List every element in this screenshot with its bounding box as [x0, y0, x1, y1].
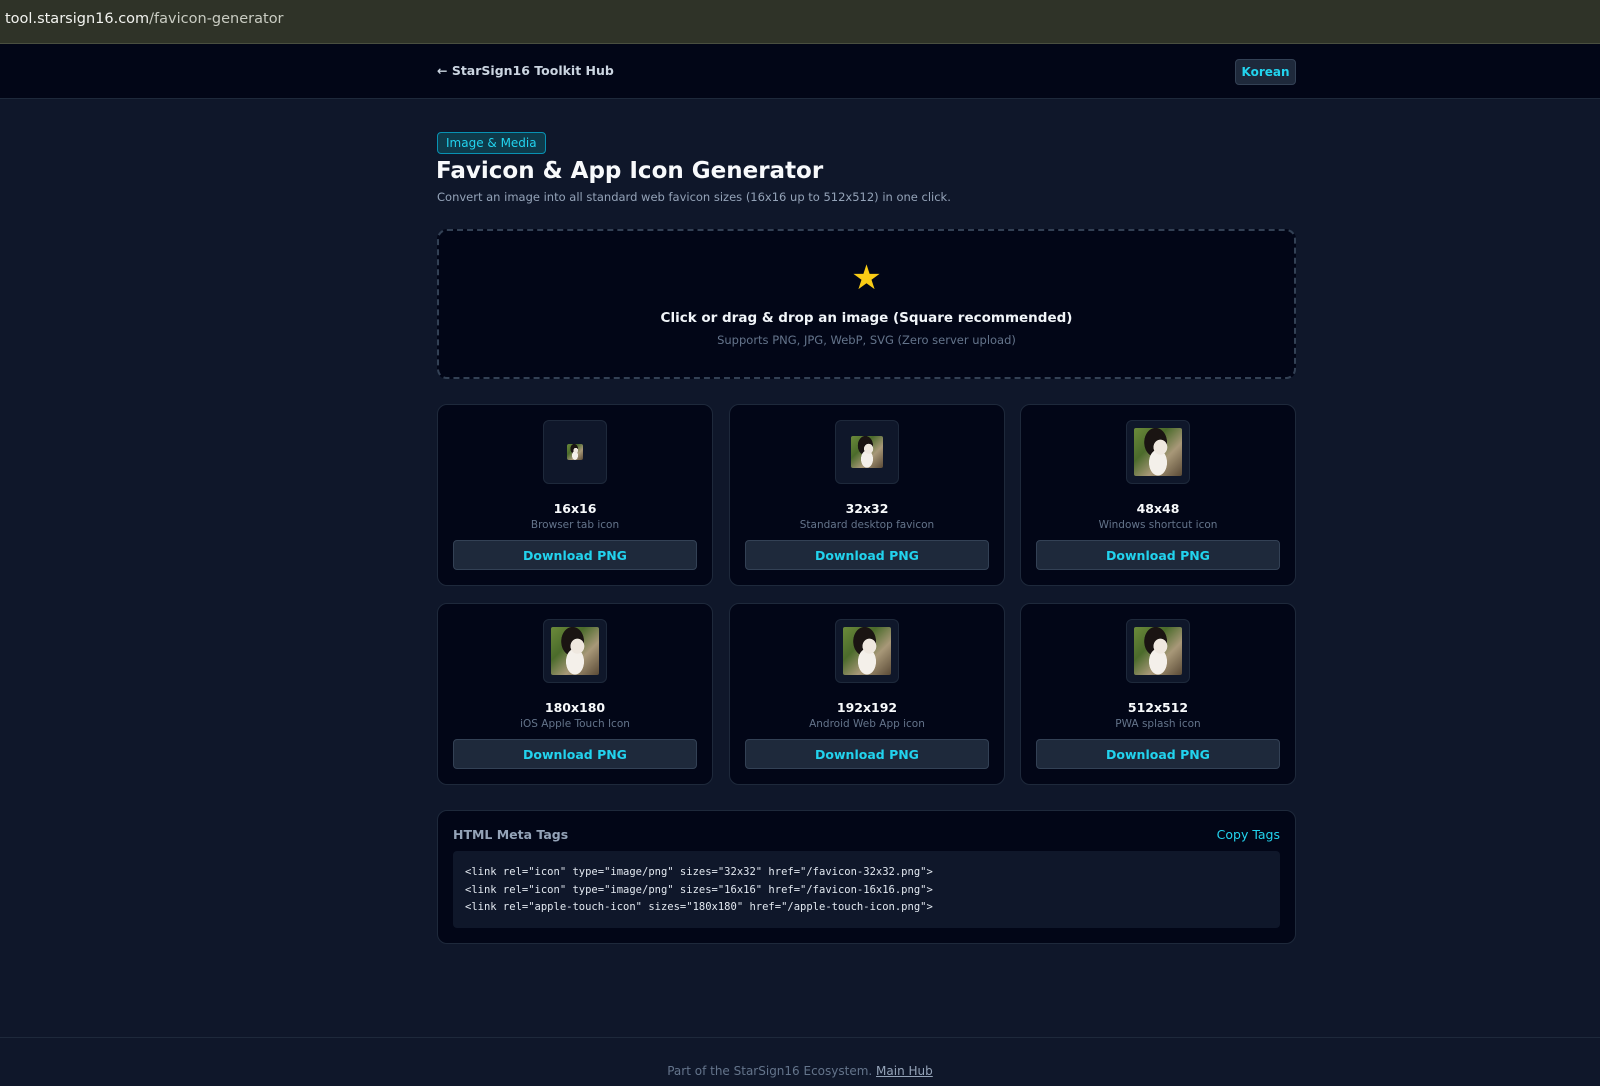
icon-description: Windows shortcut icon — [1098, 519, 1218, 531]
dropzone-hint: Supports PNG, JPG, WebP, SVG (Zero serve… — [717, 333, 1016, 347]
download-png-button[interactable]: Download PNG — [1036, 540, 1280, 570]
footer-text: Part of the StarSign16 Ecosystem. Main H… — [0, 1064, 1600, 1078]
url-host: tool.starsign16.com — [5, 11, 150, 27]
meta-tags-panel: HTML Meta Tags Copy Tags <link rel="icon… — [437, 810, 1296, 944]
icon-size-label: 512x512 — [1127, 700, 1189, 715]
icon-card-32: 32x32 Standard desktop favicon Download … — [729, 404, 1005, 586]
icon-description: Browser tab icon — [530, 519, 620, 531]
icon-preview-image — [1134, 627, 1182, 675]
icon-card-180: 180x180 iOS Apple Touch Icon Download PN… — [437, 603, 713, 785]
icon-card-16: 16x16 Browser tab icon Download PNG — [437, 404, 713, 586]
language-toggle-button[interactable]: Korean — [1235, 59, 1296, 85]
icon-size-label: 16x16 — [553, 501, 597, 516]
copy-tags-button[interactable]: Copy Tags — [1217, 827, 1280, 842]
page-footer: Part of the StarSign16 Ecosystem. Main H… — [0, 1037, 1600, 1086]
meta-tags-code[interactable]: <link rel="icon" type="image/png" sizes=… — [453, 851, 1280, 928]
page-subtitle: Convert an image into all standard web f… — [437, 190, 951, 204]
back-to-hub-link[interactable]: ← StarSign16 Toolkit Hub — [437, 63, 614, 78]
icon-preview-frame — [543, 420, 607, 484]
icon-size-label: 180x180 — [544, 700, 606, 715]
icon-description: iOS Apple Touch Icon — [520, 718, 630, 730]
url-text[interactable]: tool.starsign16.com/favicon-generator — [5, 11, 284, 27]
icon-preview-image — [851, 436, 883, 468]
download-png-button[interactable]: Download PNG — [745, 540, 989, 570]
download-png-button[interactable]: Download PNG — [745, 739, 989, 769]
icon-preview-image — [843, 627, 891, 675]
icon-card-192: 192x192 Android Web App icon Download PN… — [729, 603, 1005, 785]
icon-description: PWA splash icon — [1115, 718, 1201, 730]
icon-card-512: 512x512 PWA splash icon Download PNG — [1020, 603, 1296, 785]
icon-preview-frame — [1126, 420, 1190, 484]
top-nav: ← StarSign16 Toolkit Hub Korean — [0, 44, 1600, 99]
browser-url-bar[interactable]: tool.starsign16.com/favicon-generator — [0, 0, 1600, 44]
icon-preview-frame — [835, 420, 899, 484]
download-png-button[interactable]: Download PNG — [1036, 739, 1280, 769]
icon-preview-image — [567, 444, 583, 460]
url-path: /favicon-generator — [149, 11, 284, 27]
icon-size-label: 192x192 — [836, 700, 898, 715]
download-png-button[interactable]: Download PNG — [453, 540, 697, 570]
code-line: <link rel="icon" type="image/png" sizes=… — [465, 866, 933, 878]
icon-card-48: 48x48 Windows shortcut icon Download PNG — [1020, 404, 1296, 586]
code-line: <link rel="apple-touch-icon" sizes="180x… — [465, 901, 933, 913]
icon-preview-frame — [1126, 619, 1190, 683]
icon-description: Standard desktop favicon — [799, 519, 935, 531]
icon-preview-frame — [543, 619, 607, 683]
image-dropzone[interactable]: ★ Click or drag & drop an image (Square … — [437, 229, 1296, 379]
page-title: Favicon & App Icon Generator — [436, 158, 824, 184]
icon-size-label: 32x32 — [845, 501, 889, 516]
category-badge: Image & Media — [437, 132, 546, 154]
icon-preview-frame — [835, 619, 899, 683]
footer-caption: Part of the StarSign16 Ecosystem. — [667, 1064, 873, 1078]
download-png-button[interactable]: Download PNG — [453, 739, 697, 769]
icon-preview-image — [551, 627, 599, 675]
star-icon: ★ — [851, 258, 882, 298]
main-hub-link[interactable]: Main Hub — [876, 1064, 933, 1078]
icon-preview-image — [1134, 428, 1182, 476]
dropzone-title: Click or drag & drop an image (Square re… — [660, 310, 1073, 326]
icon-description: Android Web App icon — [809, 718, 925, 730]
icon-size-label: 48x48 — [1136, 501, 1180, 516]
code-line: <link rel="icon" type="image/png" sizes=… — [465, 883, 933, 896]
meta-tags-title: HTML Meta Tags — [453, 827, 569, 842]
